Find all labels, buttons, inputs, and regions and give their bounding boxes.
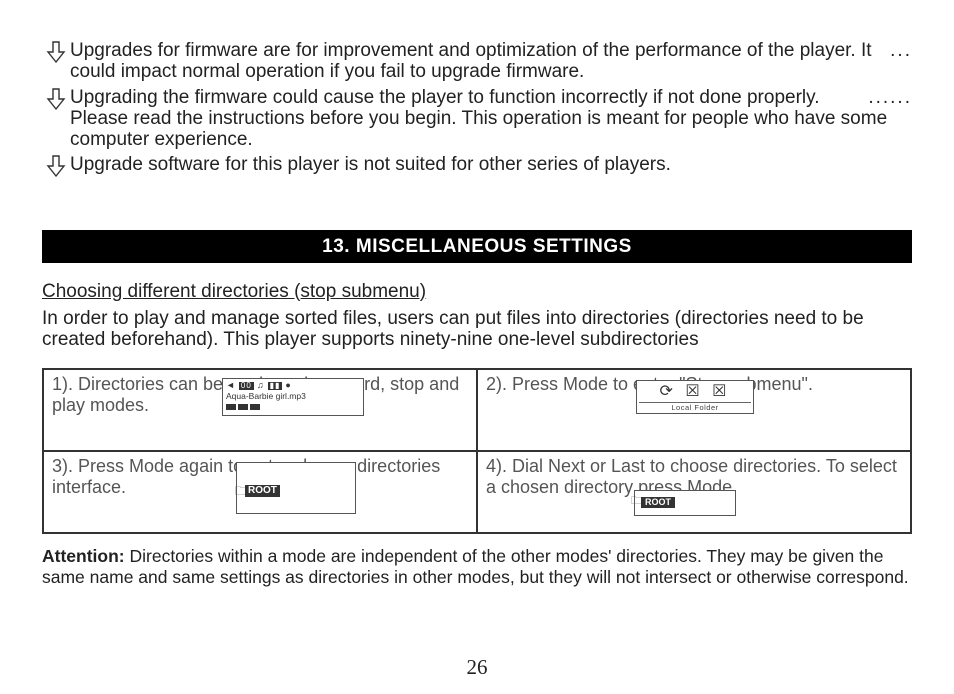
intro-paragraph: In order to play and manage sorted files… xyxy=(42,308,912,351)
attention-label: Attention: xyxy=(42,546,125,566)
lcd-bars xyxy=(226,403,360,413)
lcd-icon-row: ⟳ ☒ ☒ xyxy=(639,384,751,400)
attention-note: Attention: Directories within a mode are… xyxy=(42,546,912,586)
bullet-row: ...... Upgrading the firmware could caus… xyxy=(42,87,912,151)
step-cell-4: 4). Dial Next or Last to choose director… xyxy=(477,451,911,533)
bullet-text: ... Upgrades for firmware are for improv… xyxy=(70,40,912,83)
bullet-text: ...... Upgrading the firmware could caus… xyxy=(70,87,912,151)
lcd-mock-1: ◄00♫▮▮● Aqua-Barbie girl.mp3 xyxy=(222,378,364,416)
trailing-dots: ... xyxy=(890,40,912,61)
bullet-arrow-icon xyxy=(42,40,70,64)
lcd-mock-2: ⟳ ☒ ☒ Local Folder xyxy=(636,380,754,414)
lcd-status-icons: ◄00♫▮▮● xyxy=(226,381,360,390)
manual-page: ... Upgrades for firmware are for improv… xyxy=(0,0,954,694)
trailing-dots: ...... xyxy=(868,87,912,108)
bullet-arrow-icon xyxy=(42,154,70,178)
bullet-row: ... Upgrades for firmware are for improv… xyxy=(42,40,912,83)
bullet-text: Upgrade software for this player is not … xyxy=(70,154,912,175)
page-number: 26 xyxy=(0,656,954,680)
lcd-root-tag: ROOT xyxy=(641,497,675,508)
instruction-table: 1). Directories can be made under record… xyxy=(42,368,912,534)
step-cell-2: 2). Press Mode to enter "Stop submenu". … xyxy=(477,369,911,451)
attention-text: Directories within a mode are independen… xyxy=(42,546,909,586)
lcd-mock-4: 🗀 ROOT xyxy=(634,490,736,516)
step-cell-1: 1). Directories can be made under record… xyxy=(43,369,477,451)
section-heading: 13. MISCELLANEOUS SETTINGS xyxy=(42,230,912,262)
bullet-row: Upgrade software for this player is not … xyxy=(42,154,912,178)
step-cell-3: 3). Press Mode again to enter choose dir… xyxy=(43,451,477,533)
lcd-filename: Aqua-Barbie girl.mp3 xyxy=(226,392,360,401)
lcd-mock-3: 🗀 ROOT xyxy=(236,462,356,514)
bullet-arrow-icon xyxy=(42,87,70,111)
lcd-caption: Local Folder xyxy=(639,402,751,412)
lcd-root-tag: ROOT xyxy=(245,485,280,497)
sub-heading: Choosing different directories (stop sub… xyxy=(42,281,912,302)
